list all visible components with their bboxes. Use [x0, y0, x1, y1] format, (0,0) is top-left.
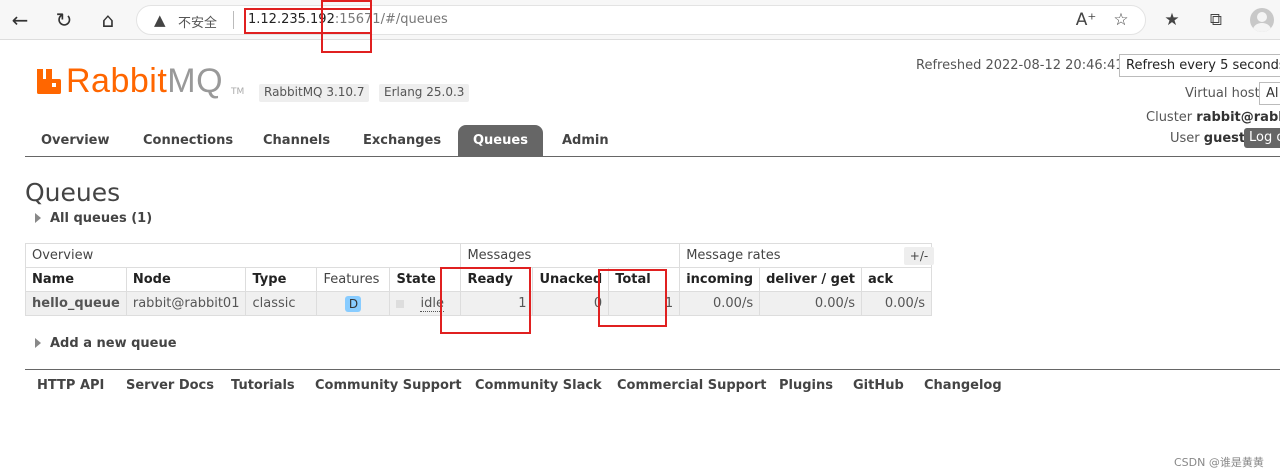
logo-text: RabbitMQ	[66, 62, 223, 101]
col-state[interactable]: State	[389, 267, 462, 292]
footer-link-commercial-support[interactable]: Commercial Support	[617, 378, 767, 393]
all-queues-label: All queues (1)	[50, 211, 153, 226]
col-ready[interactable]: Ready	[460, 267, 534, 292]
add-queue-label: Add a new queue	[50, 336, 177, 351]
queues-table: Overview Messages Message rates Name Nod…	[24, 243, 932, 316]
queue-deliver-get-rate: 0.00/s	[759, 291, 862, 316]
col-ack[interactable]: ack	[860, 267, 932, 292]
queue-type: classic	[245, 291, 318, 316]
tab-channels[interactable]: Channels	[248, 125, 345, 156]
queue-ack-rate: 0.00/s	[860, 291, 932, 316]
durable-badge: D	[345, 295, 362, 312]
collections-icon[interactable]: ⧉	[1204, 8, 1228, 32]
columns-toggle-button[interactable]: +/-	[904, 247, 934, 265]
add-favorite-icon[interactable]: ☆	[1109, 8, 1133, 32]
refreshed-timestamp: Refreshed 2022-08-12 20:46:41	[916, 58, 1124, 73]
cluster-value: rabbit@rabbi	[1196, 110, 1280, 125]
cluster-info: Cluster rabbit@rabbi	[1146, 110, 1280, 125]
col-total[interactable]: Total	[608, 267, 681, 292]
back-icon[interactable]: ←	[8, 8, 32, 32]
col-features: Features	[316, 267, 391, 292]
footer: HTTP API Server Docs Tutorials Community…	[25, 369, 1280, 403]
tab-exchanges[interactable]: Exchanges	[348, 125, 456, 156]
add-queue-toggle[interactable]: Add a new queue	[35, 336, 177, 351]
tab-admin[interactable]: Admin	[547, 125, 624, 156]
footer-link-github[interactable]: GitHub	[853, 378, 904, 393]
expand-triangle-icon	[35, 337, 41, 348]
rabbitmq-version-badge: RabbitMQ 3.10.7	[259, 84, 370, 102]
vhost-select[interactable]: Al	[1259, 82, 1280, 105]
url-text[interactable]: 1.12.235.192:15671/#/queues	[248, 12, 448, 27]
url-host: 1.12.235.192	[248, 12, 335, 27]
queue-ready: 1	[460, 291, 534, 316]
queue-incoming-rate: 0.00/s	[679, 291, 761, 316]
group-header-message-rates: Message rates	[679, 243, 932, 268]
cluster-label: Cluster	[1146, 110, 1193, 125]
vhost-label: Virtual host	[1185, 86, 1260, 101]
state-indicator-icon	[396, 299, 405, 308]
erlang-version-badge: Erlang 25.0.3	[379, 84, 470, 102]
url-path: :15671/#/queues	[334, 12, 448, 27]
queue-unacked: 0	[532, 291, 610, 316]
logo-trademark: TM	[231, 87, 245, 97]
table-row[interactable]: hello_queue rabbit@rabbit01 classic D id…	[25, 291, 932, 316]
tab-queues[interactable]: Queues	[458, 125, 543, 156]
tab-connections[interactable]: Connections	[128, 125, 248, 156]
refresh-interval-select[interactable]: Refresh every 5 seconds	[1119, 54, 1280, 77]
home-icon[interactable]: ⌂	[96, 8, 120, 32]
url-separator	[233, 11, 234, 29]
col-type[interactable]: Type	[245, 267, 318, 292]
footer-link-plugins[interactable]: Plugins	[779, 378, 833, 393]
queue-name-link[interactable]: hello_queue	[25, 291, 127, 316]
expand-triangle-icon	[35, 212, 41, 223]
page-title: Queues	[25, 178, 121, 207]
reload-icon[interactable]: ↻	[52, 8, 76, 32]
col-name[interactable]: Name	[25, 267, 127, 292]
queue-state: idle	[389, 291, 462, 316]
footer-link-community-support[interactable]: Community Support	[315, 378, 462, 393]
group-header-messages: Messages	[460, 243, 681, 268]
group-header-overview: Overview	[24, 243, 462, 268]
footer-link-changelog[interactable]: Changelog	[924, 378, 1002, 393]
all-queues-toggle[interactable]: All queues (1)	[35, 211, 152, 226]
warning-icon[interactable]: ▲	[154, 11, 166, 29]
footer-link-tutorials[interactable]: Tutorials	[231, 378, 295, 393]
queue-features: D	[316, 291, 391, 316]
insecure-label[interactable]: 不安全	[178, 12, 217, 31]
logo-text-main: Rabbit	[66, 62, 168, 100]
browser-toolbar: ← ↻ ⌂ ▲ 不安全 1.12.235.192:15671/#/queues …	[0, 0, 1280, 40]
queue-state-text: idle	[420, 296, 444, 312]
main-tabs: Overview Connections Channels Exchanges …	[25, 125, 1280, 157]
logo-text-mq: MQ	[167, 62, 224, 100]
col-unacked[interactable]: Unacked	[532, 267, 610, 292]
queue-node: rabbit@rabbit01	[125, 291, 247, 316]
col-node[interactable]: Node	[125, 267, 247, 292]
csdn-watermark: CSDN @谁是黄黄	[1174, 456, 1264, 469]
favorites-icon[interactable]: ★	[1160, 8, 1184, 32]
rabbitmq-logo-icon	[37, 69, 61, 94]
footer-link-server-docs[interactable]: Server Docs	[126, 378, 214, 393]
tab-overview[interactable]: Overview	[26, 125, 125, 156]
footer-link-http-api[interactable]: HTTP API	[37, 378, 104, 393]
queue-total: 1	[608, 291, 681, 316]
col-deliver-get[interactable]: deliver / get	[759, 267, 862, 292]
read-aloud-icon[interactable]: A⁺	[1074, 8, 1098, 32]
footer-link-community-slack[interactable]: Community Slack	[475, 378, 602, 393]
col-incoming[interactable]: incoming	[679, 267, 761, 292]
profile-avatar-icon[interactable]	[1250, 8, 1274, 32]
